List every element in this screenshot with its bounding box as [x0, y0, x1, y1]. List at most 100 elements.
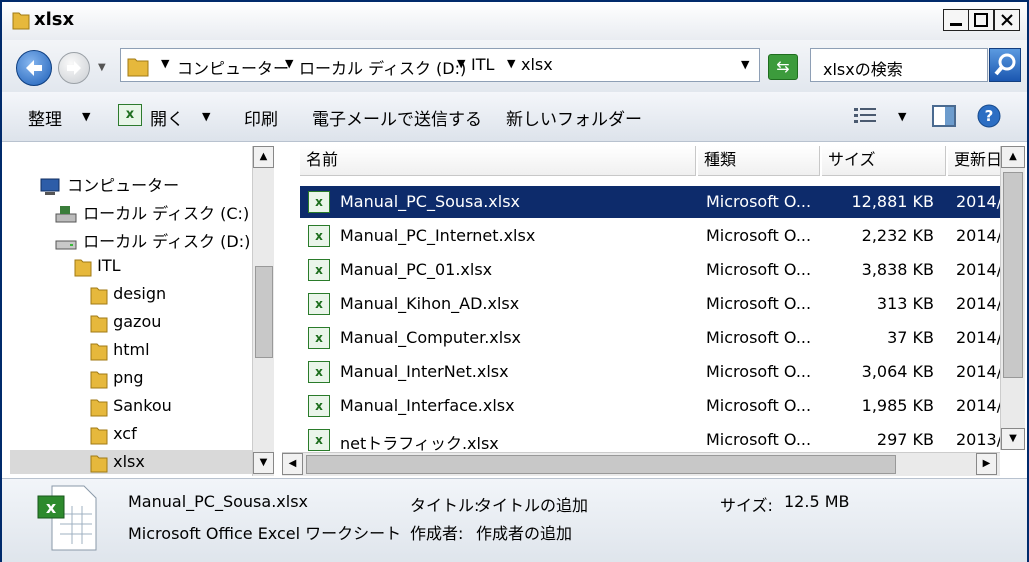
column-header-size[interactable]: サイズ — [822, 146, 946, 176]
recent-pages-dropdown[interactable]: ▼ — [98, 62, 106, 73]
view-dropdown-icon[interactable]: ▼ — [898, 110, 906, 123]
breadcrumb-arrow-icon[interactable]: ▼ — [507, 57, 515, 70]
file-row[interactable]: x Manual_PC_Sousa.xlsx Microsoft O... 12… — [300, 186, 1000, 218]
breadcrumb-arrow-icon[interactable]: ▼ — [161, 57, 169, 70]
tree-item-computer[interactable]: コンピューター — [38, 172, 179, 197]
scroll-left-button[interactable]: ◀ — [282, 453, 303, 475]
tree-item-xcf[interactable]: xcf — [90, 424, 137, 445]
folder-icon — [90, 285, 108, 305]
file-list[interactable]: 名前 種類 サイズ 更新日 x Manual_PC_Sousa.xlsx Mic… — [280, 146, 1000, 452]
search-button[interactable] — [989, 48, 1021, 82]
refresh-button[interactable]: ⇆ — [768, 54, 798, 80]
file-size: 3,064 KB — [861, 362, 934, 381]
file-row[interactable]: x Manual_Interface.xlsx Microsoft O... 1… — [300, 390, 1000, 422]
file-type: Microsoft O... — [706, 260, 812, 279]
tree-item-html[interactable]: html — [90, 340, 150, 361]
view-options-icon[interactable] — [854, 106, 878, 130]
tree-item-png[interactable]: png — [90, 368, 144, 389]
search-input[interactable]: xlsxの検索 — [823, 56, 903, 80]
close-button[interactable] — [994, 9, 1020, 31]
open-button[interactable]: 開く — [150, 105, 184, 130]
tree-item-itl[interactable]: ITL — [74, 256, 121, 277]
folder-icon — [90, 453, 108, 473]
file-date: 2014/ — [956, 328, 1000, 347]
scroll-down-button[interactable]: ▼ — [253, 452, 274, 474]
file-size: 1,985 KB — [861, 396, 934, 415]
file-type: Microsoft O... — [706, 362, 812, 381]
scroll-up-button[interactable]: ▲ — [1001, 146, 1025, 168]
breadcrumb-drive-d[interactable]: ローカル ディスク (D:) — [299, 55, 466, 79]
column-header-name[interactable]: 名前 — [300, 146, 696, 176]
file-row[interactable]: x netトラフィック.xlsx Microsoft O... 297 KB 2… — [300, 424, 1000, 452]
back-button[interactable] — [16, 50, 52, 86]
breadcrumb-xlsx[interactable]: xlsx — [521, 55, 553, 74]
print-button[interactable]: 印刷 — [244, 105, 278, 130]
folder-icon — [12, 10, 30, 34]
scroll-up-button[interactable]: ▲ — [253, 146, 274, 168]
file-row[interactable]: x Manual_InterNet.xlsx Microsoft O... 3,… — [300, 356, 1000, 388]
file-date: 2014/ — [956, 192, 1000, 211]
file-name: netトラフィック.xlsx — [340, 434, 499, 452]
scroll-down-button[interactable]: ▼ — [1001, 428, 1025, 450]
breadcrumb-itl[interactable]: ITL — [471, 55, 494, 74]
preview-pane-icon[interactable] — [932, 104, 958, 132]
tree-item-drive-d[interactable]: ローカル ディスク (D:) — [54, 228, 250, 253]
tree-item-label: html — [113, 340, 150, 359]
file-row[interactable]: x Manual_Kihon_AD.xlsx Microsoft O... 31… — [300, 288, 1000, 320]
drive-icon — [54, 204, 78, 223]
forward-button[interactable] — [58, 52, 90, 84]
navigation-pane[interactable]: コンピューター ローカル ディスク (C:) ローカル ディスク (D:) IT… — [10, 146, 256, 474]
file-row[interactable]: x Manual_PC_01.xlsx Microsoft O... 3,838… — [300, 254, 1000, 286]
email-button[interactable]: 電子メールで送信する — [312, 105, 482, 130]
file-row[interactable]: x Manual_PC_Internet.xlsx Microsoft O...… — [300, 220, 1000, 252]
scroll-right-button[interactable]: ▶ — [976, 453, 997, 475]
excel-file-icon: x — [308, 327, 330, 349]
column-header-date[interactable]: 更新日 — [948, 146, 1000, 176]
file-name: Manual_PC_Sousa.xlsx — [340, 192, 520, 211]
chevron-down-icon[interactable]: ▼ — [202, 110, 210, 123]
file-size: 12,881 KB — [851, 192, 934, 211]
title-bar[interactable]: xlsx — [2, 2, 1027, 40]
breadcrumb-arrow-icon[interactable]: ▼ — [285, 57, 293, 70]
details-filetype: Microsoft Office Excel ワークシート — [128, 524, 402, 543]
nav-scrollbar[interactable]: ▲ ▼ — [252, 146, 274, 476]
tree-item-xlsx[interactable]: xlsx — [10, 450, 256, 474]
tree-item-label: ローカル ディスク (C:) — [83, 204, 250, 223]
file-type: Microsoft O... — [706, 328, 812, 347]
file-size: 2,232 KB — [861, 226, 934, 245]
details-author-value[interactable]: 作成者の追加 — [476, 520, 572, 544]
minimize-button[interactable] — [943, 9, 969, 31]
tree-item-drive-c[interactable]: ローカル ディスク (C:) — [54, 200, 249, 225]
scroll-thumb[interactable] — [255, 266, 273, 358]
scroll-thumb[interactable] — [1003, 172, 1023, 378]
details-author-label: 作成者: — [410, 524, 464, 543]
file-name: Manual_Interface.xlsx — [340, 396, 515, 415]
details-title-value[interactable]: タイトルの追加 — [476, 492, 588, 516]
scroll-thumb[interactable] — [306, 455, 896, 474]
file-name: Manual_PC_Internet.xlsx — [340, 226, 536, 245]
file-name: Manual_PC_01.xlsx — [340, 260, 493, 279]
search-box[interactable]: xlsxの検索 — [810, 48, 988, 82]
file-row[interactable]: x Manual_Computer.xlsx Microsoft O... 37… — [300, 322, 1000, 354]
excel-file-icon: x — [36, 484, 100, 552]
explorer-window: xlsx ▼ ▼ コンピューター ▼ ローカル ディスク (D:) ▼ ITL … — [0, 0, 1029, 562]
maximize-button[interactable] — [968, 9, 994, 31]
svg-text:x: x — [46, 498, 57, 517]
organize-menu[interactable]: 整理 — [28, 105, 62, 130]
folder-icon — [90, 425, 108, 445]
tree-item-gazou[interactable]: gazou — [90, 312, 161, 333]
file-list-vscrollbar[interactable]: ▲ ▼ — [1000, 146, 1025, 450]
column-header-type[interactable]: 種類 — [698, 146, 820, 176]
file-list-hscrollbar[interactable]: ◀ ▶ — [282, 452, 1000, 476]
tree-item-design[interactable]: design — [90, 284, 166, 305]
breadcrumb-arrow-icon[interactable]: ▼ — [457, 57, 465, 70]
breadcrumb-computer[interactable]: コンピューター — [177, 55, 289, 79]
chevron-down-icon[interactable]: ▼ — [82, 110, 90, 123]
file-date: 2013/ — [956, 430, 1000, 449]
new-folder-button[interactable]: 新しいフォルダー — [506, 105, 642, 130]
file-type: Microsoft O... — [706, 294, 812, 313]
help-icon[interactable]: ? — [976, 103, 1002, 133]
address-dropdown-icon[interactable]: ▼ — [741, 58, 749, 71]
address-bar[interactable]: ▼ コンピューター ▼ ローカル ディスク (D:) ▼ ITL ▼ xlsx … — [120, 48, 760, 82]
tree-item-sankou[interactable]: Sankou — [90, 396, 172, 417]
